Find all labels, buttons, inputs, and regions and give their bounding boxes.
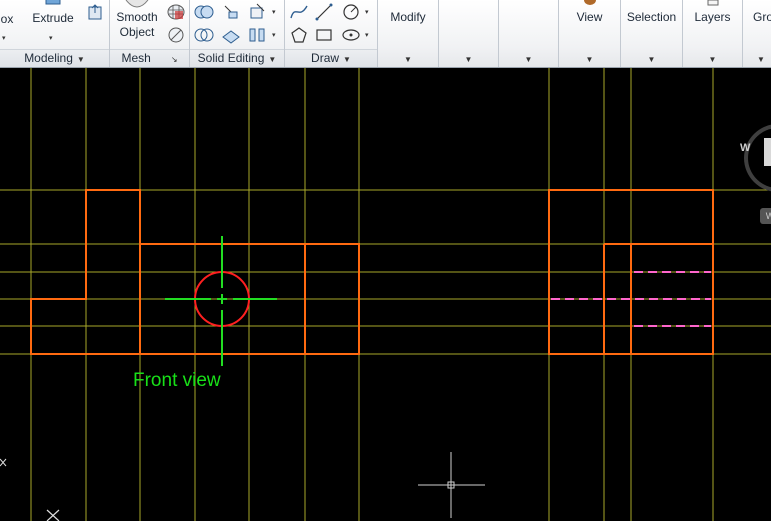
mesh-refine-button[interactable] bbox=[165, 24, 185, 44]
chevron-down-icon: ▼ bbox=[343, 55, 351, 64]
modeling-panel: ox Extrude ▾ ▾ Modeling ▼ bbox=[0, 0, 110, 67]
slice-button[interactable] bbox=[220, 1, 240, 21]
wcs-menu-button[interactable]: W bbox=[760, 208, 771, 224]
chevron-down-icon: ▼ bbox=[524, 55, 533, 64]
interfere-icon bbox=[194, 28, 214, 42]
ellipse-dropdown-arrow[interactable]: ▾ bbox=[365, 31, 369, 39]
mesh-panel: Smooth Object Mesh ↘ bbox=[110, 0, 190, 67]
chevron-down-icon: ▼ bbox=[268, 55, 277, 64]
layers-icon bbox=[707, 0, 719, 6]
view-label: View bbox=[576, 10, 603, 24]
extract-dropdown-arrow[interactable]: ▾ bbox=[272, 8, 276, 16]
mesh-box-button[interactable] bbox=[165, 1, 185, 21]
rectangle-button[interactable] bbox=[313, 24, 333, 44]
collapsed-panel-1[interactable]: ▼ bbox=[439, 0, 499, 67]
collapsed-panel-2[interactable]: ▼ bbox=[499, 0, 559, 67]
spline-button[interactable] bbox=[288, 1, 308, 21]
draw-panel-title[interactable]: Draw ▼ bbox=[285, 49, 377, 67]
chevron-down-icon: ▼ bbox=[757, 55, 765, 64]
center-lines bbox=[165, 236, 277, 366]
presspull-icon bbox=[88, 4, 102, 20]
smooth-object-button[interactable]: Smooth Object bbox=[112, 0, 162, 40]
extrude-label: Extrude bbox=[32, 11, 74, 25]
presspull-button[interactable] bbox=[85, 1, 105, 21]
chevron-down-icon: ▼ bbox=[708, 55, 717, 64]
chevron-down-icon: ▼ bbox=[404, 55, 412, 64]
separate-dropdown-arrow[interactable]: ▾ bbox=[272, 31, 276, 39]
solid-editing-panel: ▾ ▾ Solid Editing ▼ bbox=[190, 0, 285, 67]
chevron-down-icon: ▼ bbox=[585, 55, 594, 64]
solid-editing-panel-title[interactable]: Solid Editing ▼ bbox=[190, 49, 284, 67]
extrude-icon bbox=[45, 0, 61, 5]
extract-edges-button[interactable] bbox=[246, 1, 266, 21]
drawing-svg bbox=[0, 68, 771, 521]
polygon-icon bbox=[291, 27, 307, 43]
polygon-button[interactable] bbox=[288, 24, 308, 44]
spline-icon bbox=[290, 5, 308, 19]
groups-panel[interactable]: Gro ▼ bbox=[743, 0, 771, 67]
layers-panel[interactable]: Layers ▼ bbox=[683, 0, 743, 67]
construction-lines bbox=[0, 68, 771, 521]
union-button[interactable] bbox=[193, 1, 214, 21]
circle-button[interactable] bbox=[340, 1, 360, 21]
box-label: ox bbox=[0, 12, 14, 26]
extract-edges-icon bbox=[250, 3, 265, 19]
draw-panel: ▾ ▾ Draw ▼ bbox=[285, 0, 378, 67]
line-button[interactable] bbox=[313, 1, 333, 21]
circle-dropdown-arrow[interactable]: ▾ bbox=[365, 8, 369, 16]
thicken-button[interactable] bbox=[220, 24, 240, 44]
layers-label: Layers bbox=[694, 10, 731, 24]
compass-west-label[interactable]: W bbox=[740, 142, 750, 154]
separate-icon bbox=[249, 28, 265, 42]
smooth-object-icon bbox=[125, 0, 149, 8]
modify-label: Modify bbox=[390, 10, 426, 24]
circle-icon bbox=[343, 4, 359, 20]
launcher-icon[interactable]: ↘ bbox=[171, 55, 178, 64]
front-view-caption: Front view bbox=[133, 370, 221, 391]
separate-button[interactable] bbox=[246, 24, 266, 44]
interfere-button[interactable] bbox=[193, 24, 214, 44]
view-icon bbox=[584, 0, 596, 5]
ellipse-button[interactable] bbox=[340, 24, 360, 44]
mesh-title-text: Mesh bbox=[121, 51, 151, 65]
view-panel[interactable]: View ▼ bbox=[559, 0, 621, 67]
selection-panel[interactable]: Selection ▼ bbox=[621, 0, 683, 67]
modeling-panel-title[interactable]: Modeling ▼ bbox=[0, 49, 109, 67]
viewcube-face[interactable] bbox=[764, 138, 771, 166]
mesh-box-icon bbox=[167, 4, 185, 20]
thicken-icon bbox=[222, 30, 240, 44]
groups-label: Gro bbox=[753, 10, 771, 24]
drawing-canvas[interactable]: Front view W W bbox=[0, 68, 771, 521]
mesh-panel-title[interactable]: Mesh ↘ bbox=[110, 49, 189, 67]
extrude-dropdown-arrow[interactable]: ▾ bbox=[49, 34, 53, 42]
rectangle-icon bbox=[316, 29, 332, 41]
modeling-title-text: Modeling bbox=[24, 51, 73, 65]
extrude-button[interactable]: Extrude bbox=[30, 0, 76, 26]
draw-title-text: Draw bbox=[311, 51, 340, 65]
box-button[interactable]: ox bbox=[0, 4, 16, 27]
solid-editing-title-text: Solid Editing bbox=[197, 51, 265, 65]
modify-panel[interactable]: Modify ▼ bbox=[378, 0, 439, 67]
line-icon bbox=[315, 3, 333, 21]
ucs-icon bbox=[0, 458, 7, 467]
modeling-small-dropdown[interactable]: ▾ bbox=[2, 34, 6, 42]
chevron-down-icon: ▼ bbox=[76, 55, 85, 64]
smooth-label-2: Object bbox=[119, 25, 155, 39]
ribbon: ox Extrude ▾ ▾ Modeling▼ Smooth Object bbox=[0, 0, 771, 68]
union-icon bbox=[194, 5, 214, 19]
viewcube[interactable]: W bbox=[740, 118, 771, 193]
mesh-refine-icon bbox=[168, 27, 184, 43]
chevron-down-icon: ▼ bbox=[464, 55, 473, 64]
ucs-x-marker bbox=[46, 509, 60, 521]
selection-label: Selection bbox=[626, 10, 677, 24]
ellipse-icon bbox=[342, 29, 360, 41]
smooth-label-1: Smooth bbox=[116, 10, 158, 24]
slice-icon bbox=[224, 5, 238, 19]
crosshair-cursor bbox=[418, 452, 485, 518]
chevron-down-icon: ▼ bbox=[647, 55, 656, 64]
